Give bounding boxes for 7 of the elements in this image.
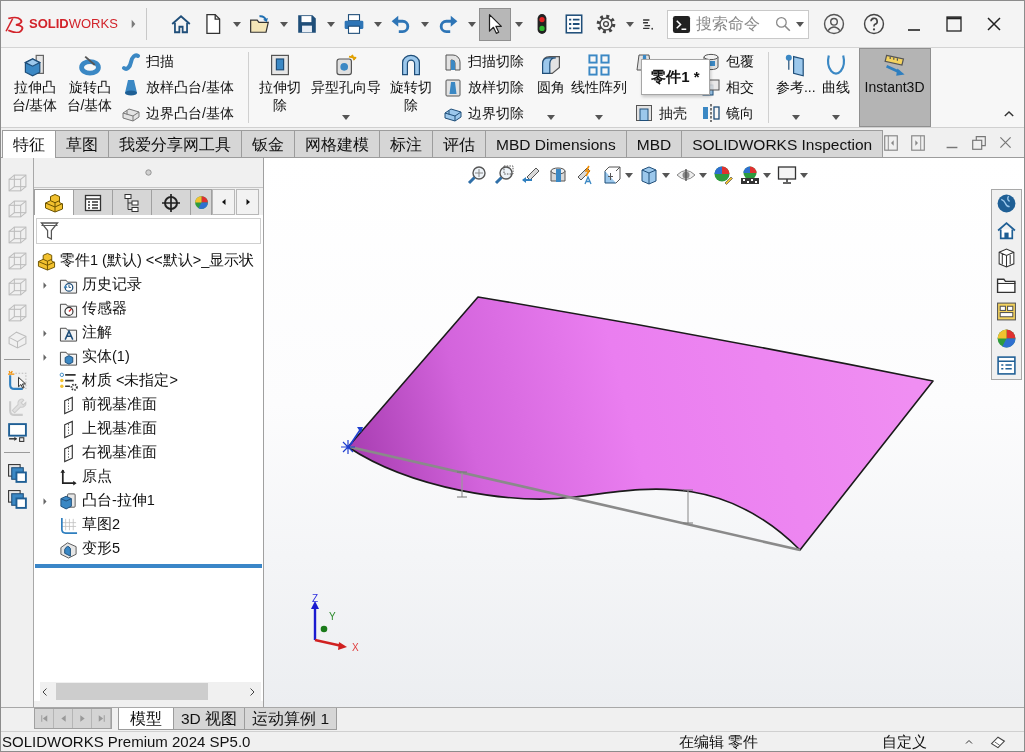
status-text: 在编辑 零件 [679,733,759,750]
axis-label: X [352,642,359,653]
tooltip: 零件1 * [641,59,710,95]
logo-text: SOLIDWORKS [29,15,118,34]
axis-label: Y [329,611,336,622]
axis-label: Z [312,593,319,604]
status-text: SOLIDWORKS Premium 2024 SP5.0 [2,733,251,750]
